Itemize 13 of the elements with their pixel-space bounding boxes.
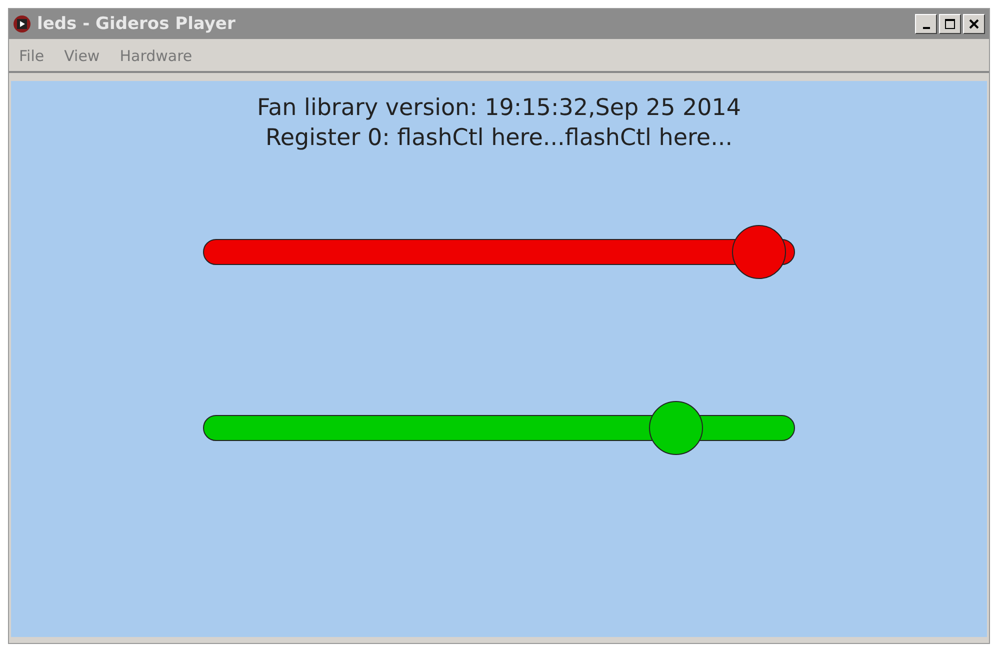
- status-text: Register 0: flashCtl here...flashCtl here...: [264, 124, 734, 153]
- minimize-icon: [922, 27, 930, 29]
- menu-item[interactable]: Hardware: [120, 47, 192, 65]
- maximize-icon: [944, 18, 956, 30]
- menu-item[interactable]: File: [19, 47, 44, 65]
- close-icon: [968, 18, 980, 30]
- minimize-button[interactable]: [915, 14, 937, 34]
- status-text: Fan library version: 19:15:32,Sep 25 2014: [256, 94, 742, 123]
- close-button[interactable]: [963, 14, 985, 34]
- window-title: leds - Gideros Player: [37, 14, 236, 34]
- maximize-button[interactable]: [939, 14, 961, 34]
- play-icon: [13, 15, 31, 33]
- menu-item[interactable]: View: [64, 47, 100, 65]
